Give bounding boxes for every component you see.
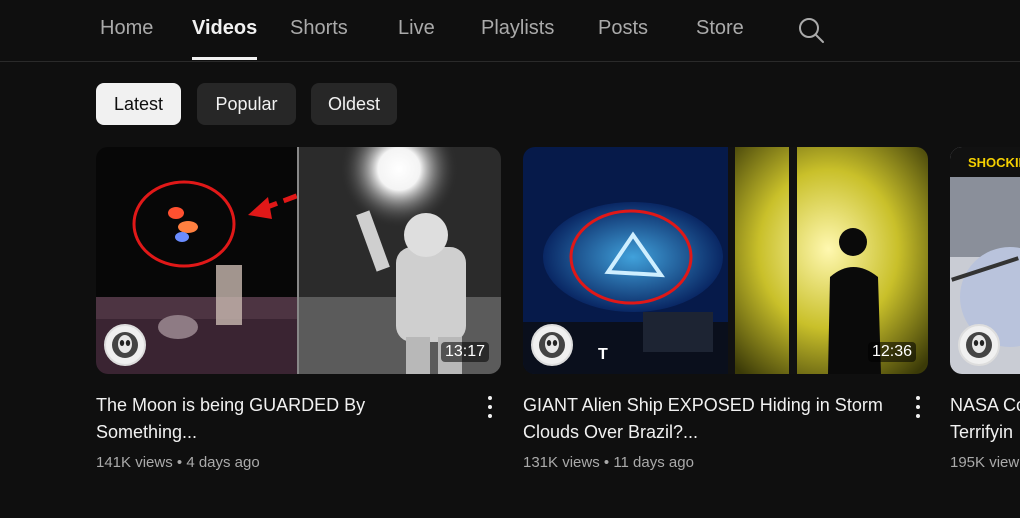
video-title-line: Clouds Over Brazil?... — [523, 422, 699, 442]
active-tab-underline — [192, 57, 258, 60]
video-title-line: Something... — [96, 422, 198, 442]
tab-posts[interactable]: Posts — [598, 17, 648, 40]
chip-popular[interactable]: Popular — [197, 83, 296, 125]
thumbnail-overlay-text: T — [598, 346, 608, 363]
channel-tab-bar: Home Videos Shorts Live Playlists Posts … — [0, 0, 1020, 62]
channel-avatar-alien-icon — [958, 324, 1000, 366]
tab-home[interactable]: Home — [100, 17, 153, 40]
view-count: 141K views — [96, 454, 173, 471]
video-duration: 13:17 — [440, 342, 489, 362]
upload-age: 4 days ago — [186, 454, 260, 471]
chip-latest[interactable]: Latest — [96, 83, 181, 125]
video-metadata: 131K views • 11 days ago — [523, 454, 694, 471]
video-metadata: 141K views • 4 days ago — [96, 454, 260, 471]
video-title-line: The Moon is being GUARDED By — [96, 395, 366, 415]
upload-age: 11 days ago — [613, 454, 694, 471]
tab-videos-label: Videos — [192, 17, 258, 39]
thumbnail-overlay-text: SHOCKING — [968, 155, 1020, 170]
channel-avatar-alien-icon — [531, 324, 573, 366]
tab-playlists[interactable]: Playlists — [481, 17, 554, 40]
video-title[interactable]: The Moon is being GUARDED By Something..… — [96, 392, 476, 446]
video-thumbnail[interactable]: SHOCKING — [950, 147, 1020, 374]
separator-dot: • — [603, 454, 614, 471]
tab-store[interactable]: Store — [696, 17, 744, 40]
more-options-icon[interactable] — [484, 394, 496, 420]
tab-live[interactable]: Live — [398, 17, 435, 40]
separator-dot: • — [176, 454, 187, 471]
tab-videos[interactable]: Videos — [192, 17, 258, 60]
video-title-line: Terrifyin — [950, 422, 1014, 442]
video-thumbnail[interactable]: 13:17 — [96, 147, 501, 374]
channel-avatar-alien-icon — [104, 324, 146, 366]
view-count: 131K views — [523, 454, 600, 471]
more-options-icon[interactable] — [912, 394, 924, 420]
chip-oldest[interactable]: Oldest — [311, 83, 397, 125]
video-title[interactable]: GIANT Alien Ship EXPOSED Hiding in Storm… — [523, 392, 903, 446]
video-duration: 12:36 — [867, 342, 916, 362]
view-count: 195K view — [950, 454, 1020, 471]
video-title[interactable]: NASA Co Terrifyin — [950, 392, 1020, 446]
tab-shorts[interactable]: Shorts — [290, 17, 348, 40]
video-metadata: 195K view — [950, 454, 1020, 471]
video-title-line: NASA Co — [950, 395, 1020, 415]
video-title-line: GIANT Alien Ship EXPOSED Hiding in Storm — [523, 395, 883, 415]
search-icon[interactable] — [797, 16, 825, 44]
video-thumbnail[interactable]: T 12:36 — [523, 147, 928, 374]
